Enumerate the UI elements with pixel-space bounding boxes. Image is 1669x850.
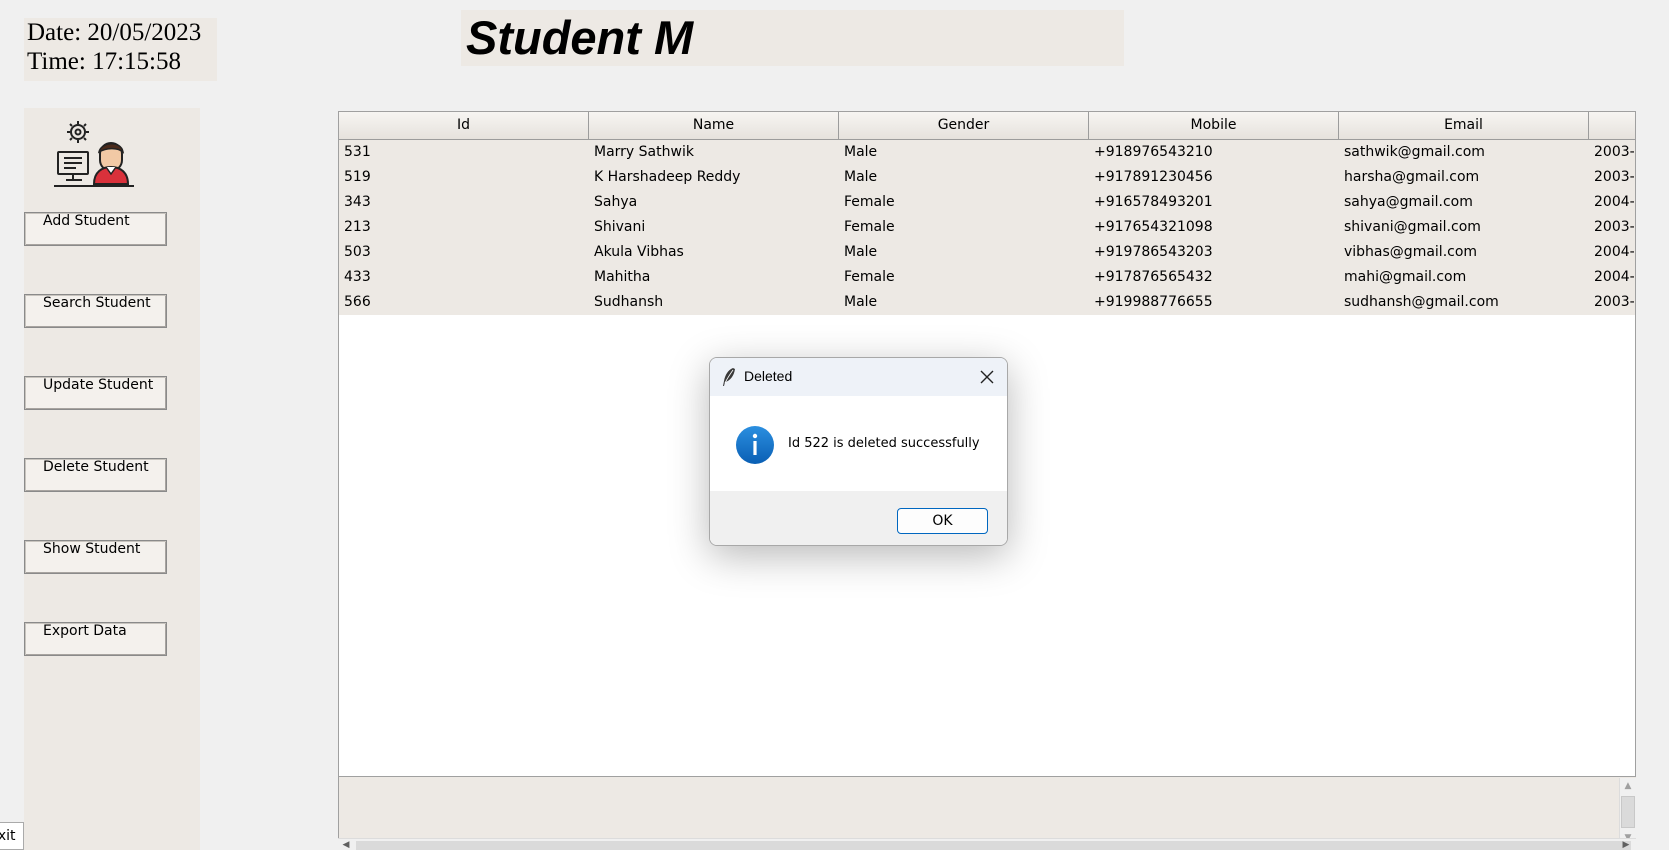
column-header-mobile[interactable]: Mobile	[1089, 112, 1339, 140]
cell-id: 519	[344, 169, 371, 185]
cell-id: 531	[344, 144, 371, 160]
page-title-box: Student M	[461, 10, 1124, 66]
cell-email: sahya@gmail.com	[1344, 194, 1473, 210]
dialog-message: Id 522 is deleted successfully	[788, 436, 980, 451]
cell-mobile: +918976543210	[1094, 144, 1213, 160]
cell-email: shivani@gmail.com	[1344, 219, 1481, 235]
cell-dob: 2003-1	[1594, 294, 1635, 310]
column-header-email[interactable]: Email	[1339, 112, 1589, 140]
cell-mobile: +917654321098	[1094, 219, 1213, 235]
cell-name: Mahitha	[594, 269, 651, 285]
scroll-right-icon[interactable]: ▶	[1618, 839, 1634, 850]
table-header: Id Name Gender Mobile Email	[339, 112, 1635, 140]
cell-gender: Female	[844, 269, 895, 285]
cell-dob: 2003-1	[1594, 144, 1635, 160]
cell-mobile: +916578493201	[1094, 194, 1213, 210]
datetime-panel: Date: 20/05/2023 Time: 17:15:58	[24, 18, 217, 81]
cell-gender: Male	[844, 169, 878, 185]
info-icon	[736, 426, 774, 464]
table-row[interactable]: 531 Marry Sathwik Male +918976543210 sat…	[339, 140, 1635, 165]
cell-name: Shivani	[594, 219, 646, 235]
cell-email: vibhas@gmail.com	[1344, 244, 1478, 260]
vertical-scroll-thumb[interactable]	[1621, 796, 1635, 828]
cell-mobile: +917891230456	[1094, 169, 1213, 185]
dialog-footer: OK	[710, 491, 1007, 545]
show-student-button[interactable]: Show Student	[24, 540, 167, 574]
column-header-dob[interactable]	[1589, 112, 1635, 140]
cell-email: mahi@gmail.com	[1344, 269, 1467, 285]
cell-dob: 2004-1	[1594, 194, 1635, 210]
cell-name: K Harshadeep Reddy	[594, 169, 741, 185]
search-student-button[interactable]: Search Student	[24, 294, 167, 328]
table-row[interactable]: 519 K Harshadeep Reddy Male +91789123045…	[339, 165, 1635, 190]
table-row[interactable]: 213 Shivani Female +917654321098 shivani…	[339, 215, 1635, 240]
cell-name: Sudhansh	[594, 294, 664, 310]
page-title: Student M	[466, 11, 694, 64]
cell-id: 503	[344, 244, 371, 260]
cell-dob: 2004-0	[1594, 269, 1635, 285]
table-row[interactable]: 566 Sudhansh Male +919988776655 sudhansh…	[339, 290, 1635, 315]
cell-mobile: +919786543203	[1094, 244, 1213, 260]
time-label: Time: 17:15:58	[27, 48, 181, 75]
cell-id: 343	[344, 194, 371, 210]
update-student-button[interactable]: Update Student	[24, 376, 167, 410]
admin-at-computer-icon	[54, 121, 134, 187]
cell-gender: Female	[844, 194, 895, 210]
column-header-gender[interactable]: Gender	[839, 112, 1089, 140]
cell-name: Akula Vibhas	[594, 244, 684, 260]
column-header-id[interactable]: Id	[339, 112, 589, 140]
dialog-titlebar[interactable]: Deleted	[710, 358, 1007, 396]
cell-gender: Male	[844, 294, 878, 310]
table-row[interactable]: 503 Akula Vibhas Male +919786543203 vibh…	[339, 240, 1635, 265]
export-data-button[interactable]: Export Data	[24, 622, 167, 656]
horizontal-scroll-thumb[interactable]	[356, 841, 1631, 850]
cell-email: sudhansh@gmail.com	[1344, 294, 1499, 310]
cell-id: 213	[344, 219, 371, 235]
cell-mobile: +919988776655	[1094, 294, 1213, 310]
table-row[interactable]: 343 Sahya Female +916578493201 sahya@gma…	[339, 190, 1635, 215]
cell-id: 433	[344, 269, 371, 285]
horizontal-scrollbar[interactable]: ◀ ▶	[338, 838, 1636, 850]
column-header-name[interactable]: Name	[589, 112, 839, 140]
cell-mobile: +917876565432	[1094, 269, 1213, 285]
cell-name: Sahya	[594, 194, 638, 210]
cell-gender: Female	[844, 219, 895, 235]
table-body: 531 Marry Sathwik Male +918976543210 sat…	[339, 140, 1635, 315]
exit-button-label: Exit	[0, 828, 16, 844]
exit-button[interactable]: Exit	[0, 822, 24, 850]
scroll-left-icon[interactable]: ◀	[338, 839, 354, 850]
deleted-dialog: Deleted Id 522 is deleted successfully O…	[709, 357, 1008, 546]
sidebar: Add Student Search Student Update Studen…	[24, 108, 200, 850]
dialog-body: Id 522 is deleted successfully	[710, 396, 1007, 491]
cell-email: sathwik@gmail.com	[1344, 144, 1485, 160]
cell-id: 566	[344, 294, 371, 310]
cell-name: Marry Sathwik	[594, 144, 694, 160]
cell-gender: Male	[844, 244, 878, 260]
close-icon[interactable]	[978, 368, 996, 386]
add-student-button[interactable]: Add Student	[24, 212, 167, 246]
cell-dob: 2003-1	[1594, 219, 1635, 235]
date-label: Date: 20/05/2023	[27, 19, 202, 46]
ok-button[interactable]: OK	[897, 508, 988, 534]
cell-email: harsha@gmail.com	[1344, 169, 1480, 185]
scroll-up-icon[interactable]: ▲	[1620, 778, 1636, 794]
cell-dob: 2004-0	[1594, 244, 1635, 260]
dialog-title: Deleted	[744, 368, 793, 384]
delete-student-button[interactable]: Delete Student	[24, 458, 167, 492]
cell-dob: 2003-1	[1594, 169, 1635, 185]
feather-icon	[723, 368, 735, 386]
cell-gender: Male	[844, 144, 878, 160]
table-row[interactable]: 433 Mahitha Female +917876565432 mahi@gm…	[339, 265, 1635, 290]
